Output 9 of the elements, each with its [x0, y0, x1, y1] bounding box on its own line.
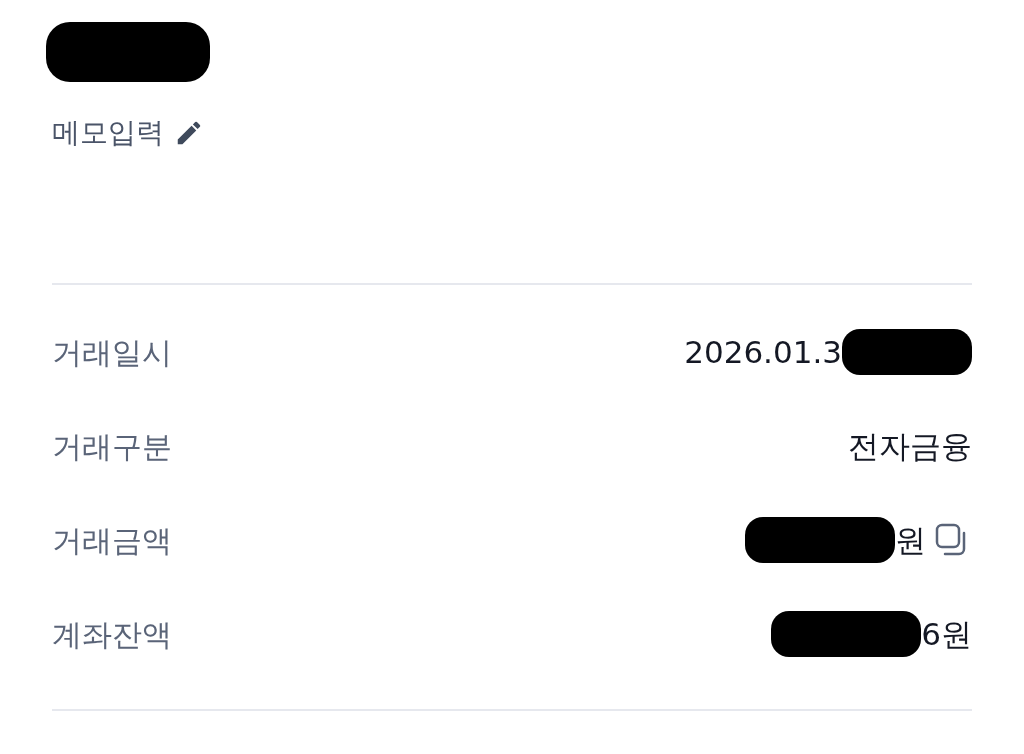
memo-link[interactable]: 메모입력 — [52, 112, 204, 154]
detail-value: 원 — [895, 520, 926, 560]
detail-label: 계좌잔액 — [52, 615, 172, 654]
detail-label: 거래일시 — [52, 333, 172, 372]
detail-value: 6원 — [921, 614, 972, 654]
detail-label: 거래금액 — [52, 521, 172, 560]
detail-label: 거래구분 — [52, 427, 172, 466]
detail-value: 2026.01.3 — [684, 332, 842, 372]
detail-value: 전자금융 — [848, 426, 972, 466]
